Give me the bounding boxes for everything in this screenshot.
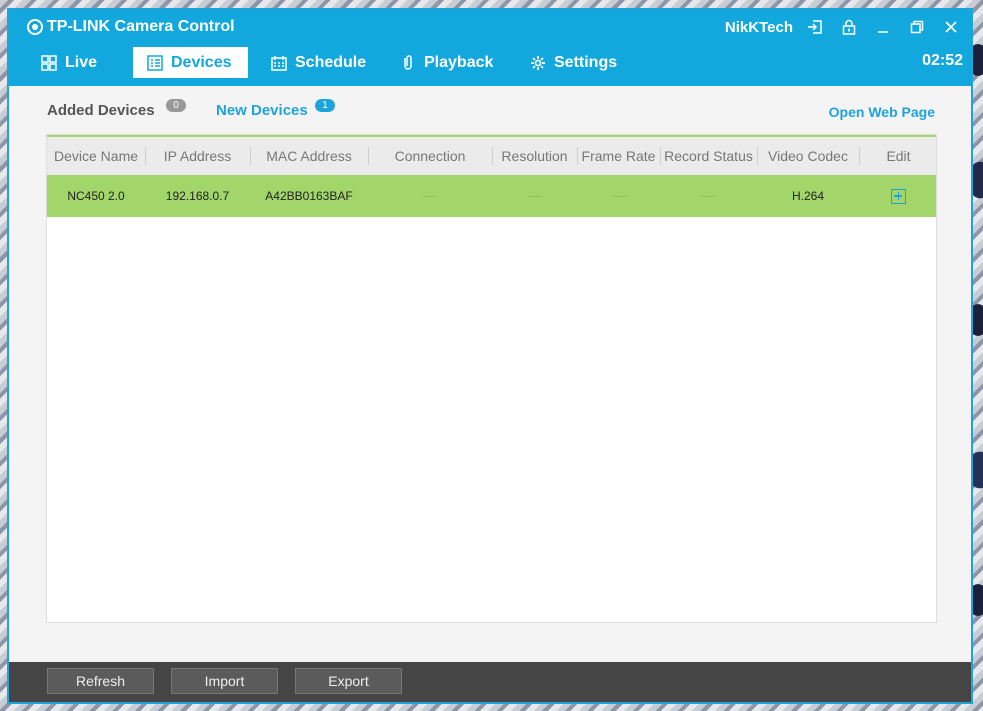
title-bar: TP-LINK Camera Control NikKTech Live Dev… (9, 10, 971, 86)
empty-value-dash (527, 195, 542, 197)
cell-ip-address: 192.168.0.7 (165, 189, 230, 203)
footer-bar: Refresh Import Export (9, 662, 971, 702)
open-web-page-link[interactable]: Open Web Page (829, 104, 935, 120)
header-connection[interactable]: Connection (368, 137, 492, 175)
cell-device-name: NC450 2.0 (67, 189, 125, 203)
empty-value-dash (701, 195, 716, 197)
header-device-name[interactable]: Device Name (47, 137, 145, 175)
subtab-added-devices[interactable]: Added Devices (47, 102, 155, 119)
cell-video-codec: H.264 (791, 189, 825, 203)
added-devices-count-badge: 0 (166, 99, 186, 112)
close-icon[interactable] (939, 15, 963, 39)
grid-icon (41, 54, 57, 71)
minimize-icon[interactable] (871, 15, 895, 39)
lock-icon[interactable] (837, 15, 861, 39)
header-record-status[interactable]: Record Status (660, 137, 757, 175)
cell-mac-address: A42BB0163BAF (265, 189, 353, 203)
clock: 02:52 (922, 52, 963, 69)
tab-live[interactable]: Live (27, 47, 111, 78)
app-title: TP-LINK Camera Control (27, 16, 235, 38)
maximize-icon[interactable] (905, 15, 929, 39)
tab-playback[interactable]: Playback (386, 47, 507, 78)
header-frame-rate[interactable]: Frame Rate (577, 137, 660, 175)
add-device-icon[interactable] (891, 188, 906, 204)
import-button[interactable]: Import (171, 668, 278, 694)
header-mac-address[interactable]: MAC Address (250, 137, 368, 175)
tab-playback-label: Playback (424, 53, 494, 71)
cell-edit (859, 175, 938, 217)
list-icon (147, 54, 163, 71)
tab-devices-label: Devices (171, 53, 232, 71)
app-title-text: TP-LINK Camera Control (47, 18, 235, 35)
tab-schedule-label: Schedule (295, 53, 367, 71)
table-row[interactable]: NC450 2.0 192.168.0.7 A42BB0163BAF H.264 (47, 175, 936, 217)
header-video-codec[interactable]: Video Codec (757, 137, 859, 175)
cell-connection (368, 175, 492, 217)
devices-table: Device Name IP Address MAC Address Conne… (46, 134, 937, 623)
cell-frame-rate (577, 175, 660, 217)
tab-settings[interactable]: Settings (516, 47, 631, 78)
refresh-button[interactable]: Refresh (47, 668, 154, 694)
tab-settings-label: Settings (554, 53, 618, 71)
new-devices-count-badge: 1 (315, 99, 335, 112)
username: NikKTech (724, 18, 793, 36)
cell-record-status (660, 175, 757, 217)
header-resolution[interactable]: Resolution (492, 137, 577, 175)
devices-panel: Added Devices 0 New Devices 1 Open Web P… (9, 86, 971, 664)
user-area: NikKTech (725, 15, 963, 39)
cell-resolution (492, 175, 577, 217)
tab-devices[interactable]: Devices (133, 47, 248, 78)
header-edit: Edit (886, 148, 911, 164)
tab-schedule[interactable]: Schedule (257, 47, 380, 78)
calendar-icon (271, 55, 287, 71)
logout-icon[interactable] (803, 15, 827, 39)
gear-icon (531, 55, 545, 70)
empty-value-dash (423, 195, 437, 197)
app-window: TP-LINK Camera Control NikKTech Live Dev… (7, 8, 973, 704)
tplink-logo-icon (27, 19, 43, 35)
empty-value-dash (611, 195, 626, 197)
table-header: Device Name IP Address MAC Address Conne… (47, 135, 936, 175)
main-nav: Live Devices Schedule Playback Settings (9, 47, 971, 79)
subtab-new-devices[interactable]: New Devices (216, 102, 308, 119)
header-ip-address[interactable]: IP Address (145, 137, 250, 175)
clip-icon (404, 54, 412, 70)
tab-live-label: Live (65, 53, 98, 71)
export-button[interactable]: Export (295, 668, 402, 694)
